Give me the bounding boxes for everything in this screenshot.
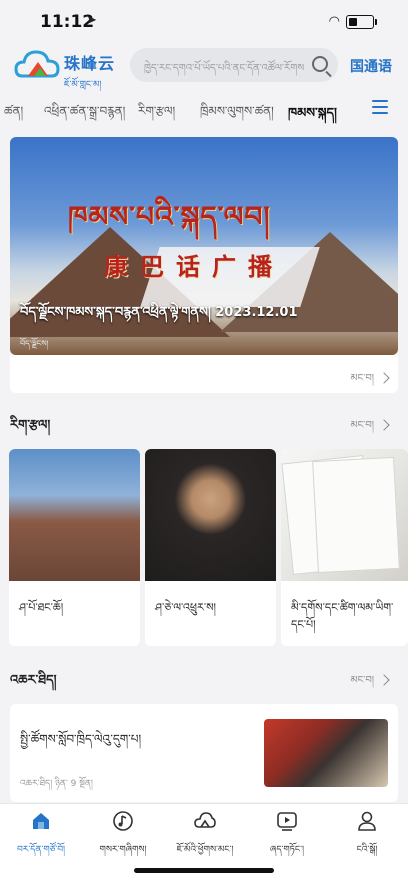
- home-icon: [33, 813, 49, 829]
- nav-community[interactable]: ཇོ་མོའི་ཕྱོགས་མང་།: [164, 810, 246, 865]
- news-item-thumbnail: [264, 719, 388, 787]
- location-arrow-icon: ➤: [86, 13, 97, 28]
- wifi-icon: ◠: [328, 14, 340, 29]
- more-label: མང་བ།: [350, 373, 374, 384]
- section-title-culture: རིག་རྩལ།: [10, 418, 51, 433]
- play-icon: [277, 812, 297, 831]
- more-label: མང་བ།: [350, 420, 374, 431]
- nav-music[interactable]: གསར་གཞིགས།: [82, 810, 164, 865]
- menu-icon[interactable]: [372, 100, 388, 118]
- chevron-right-icon: [378, 419, 390, 431]
- nav-home-label: བར་དོན་གཙོ་བོ།: [16, 845, 66, 855]
- brand-name-cn: 珠峰云: [64, 54, 116, 73]
- nav-community-label: ཇོ་མོའི་ཕྱོགས་མང་།: [176, 845, 234, 855]
- search-placeholder: ཁྱེད་རང་དགའ་པོ་ཡོད་པའི་ནང་དོན་འཚོལ་རོགས།: [144, 63, 304, 74]
- banner-footer: མང་བ།: [10, 355, 398, 393]
- tab-5-active[interactable]: ཁམས་སྐད།: [288, 98, 337, 143]
- chevron-right-icon: [378, 372, 390, 384]
- tab-2[interactable]: འཕྲིན་ཚན་སྒྲ་བརྙན།: [44, 98, 125, 132]
- book-page-shape: [312, 456, 400, 574]
- culture-more-link[interactable]: མང་བ།: [350, 414, 390, 442]
- news-item-meta: འཆར་ཐིད། ཉིན་ 9 སྔོན།: [20, 779, 93, 789]
- hero-banner[interactable]: ཁམས་པའི་སྐད་ལབ། 康巴话广播 བོད་ལྗོངས་ཁམས་སྐད་…: [10, 137, 398, 355]
- more-label: མང་བ།: [350, 675, 374, 686]
- culture-item-3[interactable]: མི་དགོས་དང་ཚིག་ལམ་ཡིག་དང་པོ།: [281, 449, 408, 646]
- user-icon: [358, 811, 376, 831]
- nav-video-label: ཞད་གཏོང་།: [270, 845, 304, 855]
- category-tabs: ཚན། འཕྲིན་ཚན་སྒྲ་བརྙན། རིག་རྩལ། ཁྲིམས་ལུ…: [0, 92, 408, 143]
- tab-3[interactable]: རིག་རྩལ།: [138, 98, 175, 132]
- language-switch-button[interactable]: 国通语: [350, 56, 392, 76]
- culture-item-label: ཤ་ཅེ་ལ་འཕྲུར་ས།: [155, 601, 216, 614]
- section-title-news: འཆར་ཐིད།: [10, 673, 57, 688]
- tab-1[interactable]: ཚན།: [4, 98, 23, 132]
- tab-5-label: ཁམས་སྐད།: [288, 106, 337, 121]
- mountain-cloud-icon: [194, 812, 216, 828]
- search-icon[interactable]: [312, 56, 328, 72]
- app-logo-icon: [14, 50, 60, 78]
- banner-title-cn: 康巴话广播: [104, 253, 284, 281]
- news-item-title: སྤྱི་ཚོགས་སློབ་ཁྲིད་ལེའུ་དུག་པ།: [20, 732, 142, 746]
- news-more-link[interactable]: མང་བ།: [350, 669, 390, 697]
- home-indicator: [134, 868, 274, 873]
- culture-item-1[interactable]: ཤ་པོ་ཐང་ཆོ།: [9, 449, 140, 646]
- culture-item-label: ཤ་པོ་ཐང་ཆོ།: [19, 601, 64, 614]
- battery-icon: [346, 15, 377, 29]
- nav-profile-label: ངའི་སྒོ།: [356, 845, 378, 855]
- tab-4[interactable]: ཁྲིམས་ལུགས་ཚན།: [200, 98, 274, 132]
- culture-item-2[interactable]: ཤ་ཅེ་ལ་འཕྲུར་ས།: [145, 449, 276, 646]
- culture-item-image: [145, 449, 276, 581]
- nav-profile[interactable]: ངའི་སྒོ།: [326, 810, 408, 865]
- chevron-right-icon: [378, 674, 390, 686]
- news-item[interactable]: སྤྱི་ཚོགས་སློབ་ཁྲིད་ལེའུ་དུག་པ། འཆར་ཐིད།…: [10, 704, 398, 802]
- culture-item-label: མི་དགོས་དང་ཚིག་ལམ་ཡིག་དང་པོ།: [291, 601, 394, 631]
- status-bar: 11:12 ➤ ◠: [0, 0, 408, 44]
- banner-caption: བོད་ལྗོངས་ཁམས་སྐད་བརྙན་འཕྲིན་ལྟེ་གནས། 20…: [20, 305, 298, 320]
- nav-home[interactable]: བར་དོན་གཙོ་བོ།: [0, 810, 82, 865]
- app-header: 珠峰云 ཇོ་མོ་གླང་མ། ཁྱེད་རང་དགའ་པོ་ཡོད་པའི་…: [0, 44, 408, 90]
- culture-item-image: [9, 449, 140, 581]
- nav-music-label: གསར་གཞིགས།: [99, 845, 147, 855]
- music-note-icon: [113, 811, 133, 831]
- culture-item-image: [281, 449, 408, 581]
- nav-video[interactable]: ཞད་གཏོང་།: [246, 810, 328, 865]
- search-bar[interactable]: ཁྱེད་རང་དགའ་པོ་ཡོད་པའི་ནང་དོན་འཚོལ་རོགས།: [130, 48, 338, 82]
- banner-more-link[interactable]: མང་བ།: [350, 367, 390, 395]
- banner-source: བོད་ལྗོངས།: [20, 339, 49, 348]
